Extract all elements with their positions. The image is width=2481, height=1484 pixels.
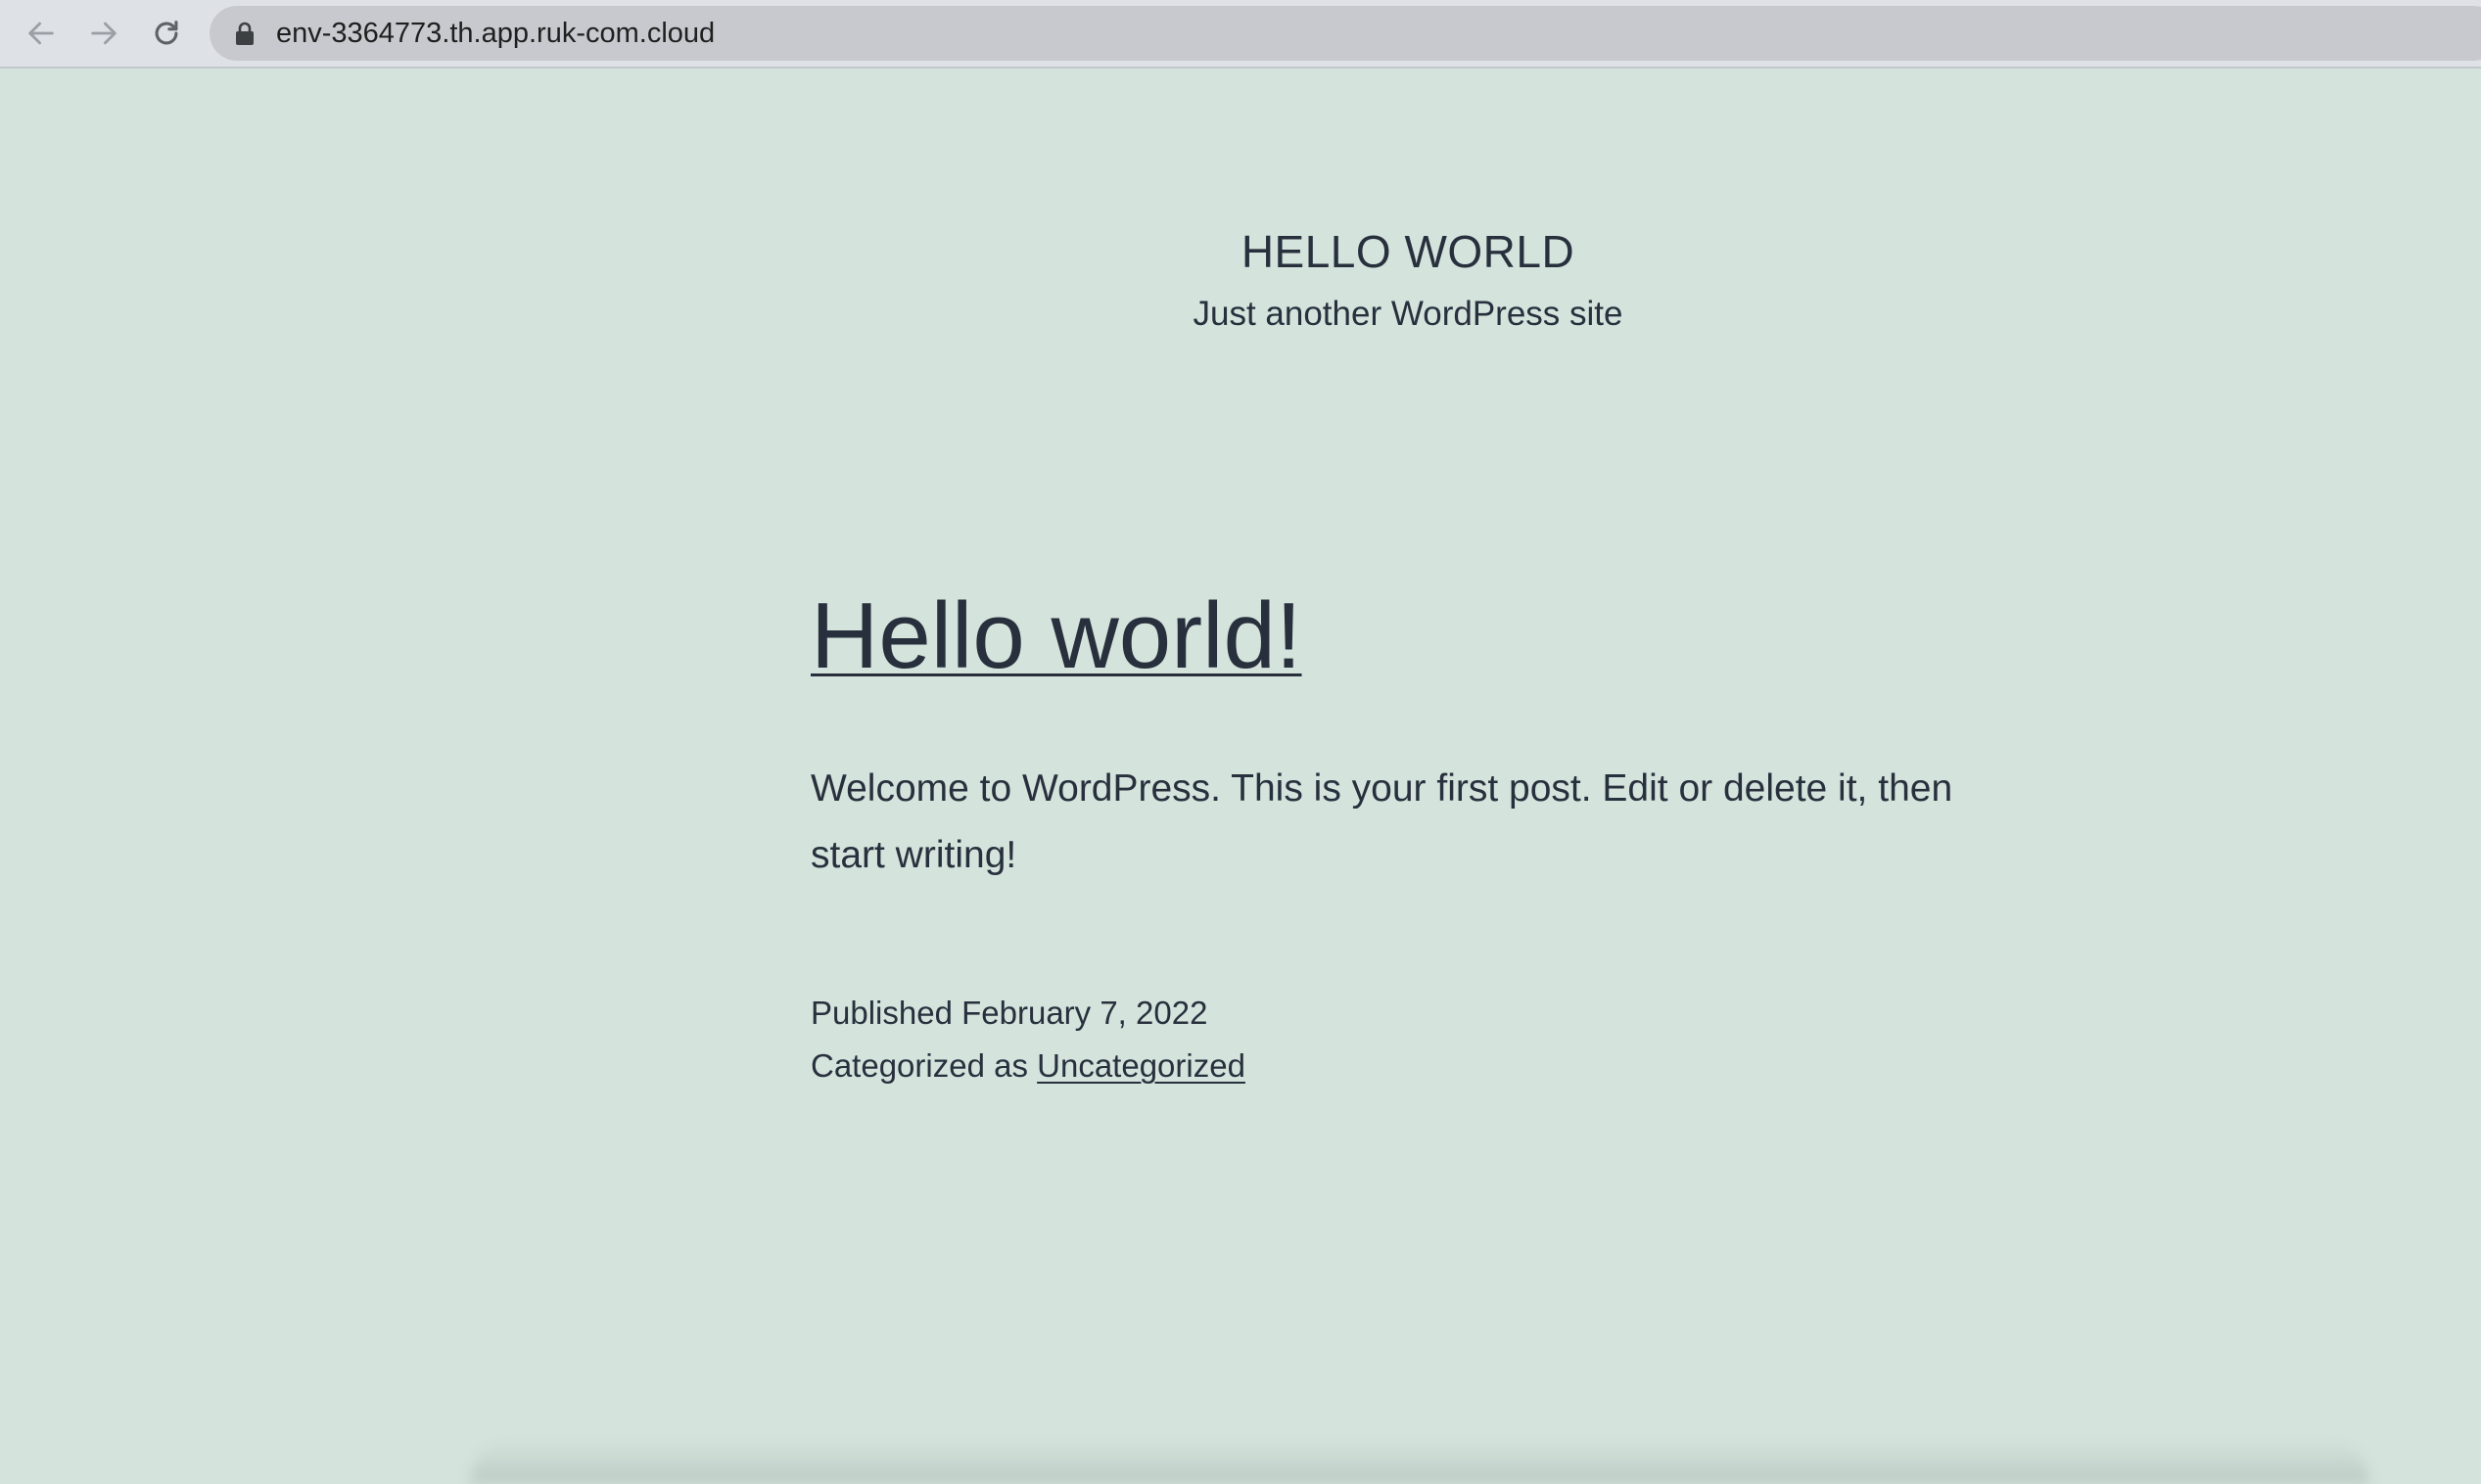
- address-bar[interactable]: env-3364773.th.app.ruk-com.cloud: [210, 6, 2481, 61]
- lock-icon[interactable]: [233, 21, 257, 46]
- reload-button[interactable]: [147, 14, 186, 53]
- post-content: Welcome to WordPress. This is your first…: [811, 767, 1953, 876]
- post-title: Hello world!: [811, 578, 1302, 695]
- post-published-date: Published February 7, 2022: [811, 995, 1208, 1031]
- post-categories: Categorized as Uncategorized: [811, 1042, 1245, 1090]
- back-button[interactable]: [22, 14, 61, 53]
- category-link-uncategorized[interactable]: Uncategorized: [1037, 1047, 1245, 1084]
- forward-button[interactable]: [84, 14, 123, 53]
- url-text[interactable]: env-3364773.th.app.ruk-com.cloud: [276, 6, 715, 61]
- reload-icon: [155, 21, 178, 45]
- footer-edge: [470, 1439, 2369, 1484]
- arrow-right-icon: [91, 22, 117, 45]
- categorized-label: Categorized as: [811, 1047, 1038, 1084]
- site-description: Just another WordPress site: [1193, 295, 1623, 333]
- post-title-link[interactable]: Hello world!: [811, 583, 1302, 688]
- site-title[interactable]: HELLO WORLD: [0, 217, 2481, 286]
- arrow-left-icon: [28, 22, 54, 45]
- browser-toolbar: env-3364773.th.app.ruk-com.cloud: [0, 0, 2481, 69]
